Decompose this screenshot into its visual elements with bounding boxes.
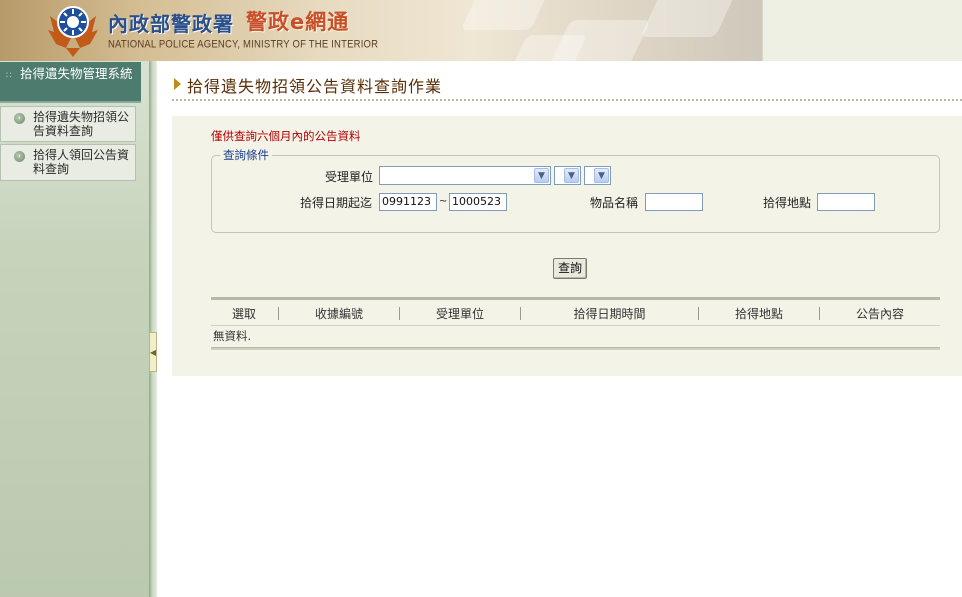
sidebar-item-finder-claim-notice-query[interactable]: › 拾得人領回公告資料查詢 (0, 144, 136, 181)
results-bottom-border (211, 347, 940, 350)
header-banner: 內政部警政署 警政e網通 NATIONAL POLICE AGENCY, MIN… (0, 0, 762, 61)
column-header-found-datetime: 拾得日期時間 (573, 307, 646, 321)
sidebar-edge (149, 61, 157, 597)
system-title-text: 拾得遺失物管理系統 (20, 66, 133, 81)
collapse-sidebar-handle[interactable]: ◀ (149, 332, 157, 372)
sidebar-item-label: 拾得遺失物招領公告資料查詢 (33, 110, 130, 138)
arrow-bullet-icon: › (14, 151, 25, 162)
arrow-bullet-icon: › (14, 113, 25, 124)
title-arrow-icon (174, 78, 181, 90)
sidebar-item-found-item-notice-query[interactable]: › 拾得遺失物招領公告資料查詢 (0, 106, 136, 142)
column-header-receipt-no: 收據編號 (314, 307, 363, 321)
agency-name-english: NATIONAL POLICE AGENCY, MINISTRY OF THE … (108, 38, 379, 51)
column-header-select: 選取 (231, 307, 256, 321)
column-header-found-place: 拾得地點 (734, 307, 783, 321)
title-divider (172, 99, 962, 101)
empty-results-text: 無資料. (213, 329, 252, 343)
found-place-label: 拾得地點 (763, 196, 812, 210)
agency-name-chinese: 內政部警政署 (108, 12, 234, 36)
police-emblem-icon (48, 6, 98, 57)
query-criteria-legend: 查詢條件 (220, 147, 272, 163)
unit-select[interactable]: ▼ (379, 166, 551, 185)
chevron-down-icon[interactable]: ▼ (594, 168, 609, 183)
item-name-label: 物品名稱 (590, 196, 639, 210)
notice-text: 僅供查詢六個月內的公告資料 (211, 129, 361, 143)
chevron-down-icon[interactable]: ▼ (564, 168, 579, 183)
date-to-input[interactable]: 1000523 (449, 193, 507, 211)
date-range-separator: ~ (439, 196, 448, 207)
sub-unit-select-1[interactable]: ▼ (554, 166, 581, 185)
query-button[interactable]: 查詢 (553, 258, 587, 279)
header-divider (211, 325, 940, 326)
item-name-input[interactable] (645, 193, 703, 211)
portal-name: 警政e網通 (246, 10, 350, 34)
sidebar-item-label: 拾得人領回公告資料查詢 (33, 148, 130, 176)
date-range-label: 拾得日期起迄 (300, 196, 373, 210)
system-title: ∷ 拾得遺失物管理系統 (0, 62, 141, 103)
page-title: 拾得遺失物招領公告資料查詢作業 (187, 77, 443, 96)
grip-icon: ∷ (6, 71, 12, 81)
results-table-header: 選取 收據編號 受理單位 拾得日期時間 拾得地點 公告內容 (211, 300, 940, 325)
triangle-left-icon: ◀ (149, 347, 157, 357)
chevron-down-icon[interactable]: ▼ (534, 168, 549, 183)
unit-label: 受理單位 (325, 170, 374, 184)
date-from-input[interactable]: 0991123 (379, 193, 437, 211)
header-side-panel (762, 0, 962, 61)
column-header-notice-content: 公告內容 (855, 307, 904, 321)
column-header-unit: 受理單位 (435, 307, 484, 321)
page-title-bar: 拾得遺失物招領公告資料查詢作業 (172, 72, 962, 102)
header: 內政部警政署 警政e網通 NATIONAL POLICE AGENCY, MIN… (0, 0, 962, 61)
sub-unit-select-2[interactable]: ▼ (584, 166, 611, 185)
found-place-input[interactable] (817, 193, 875, 211)
